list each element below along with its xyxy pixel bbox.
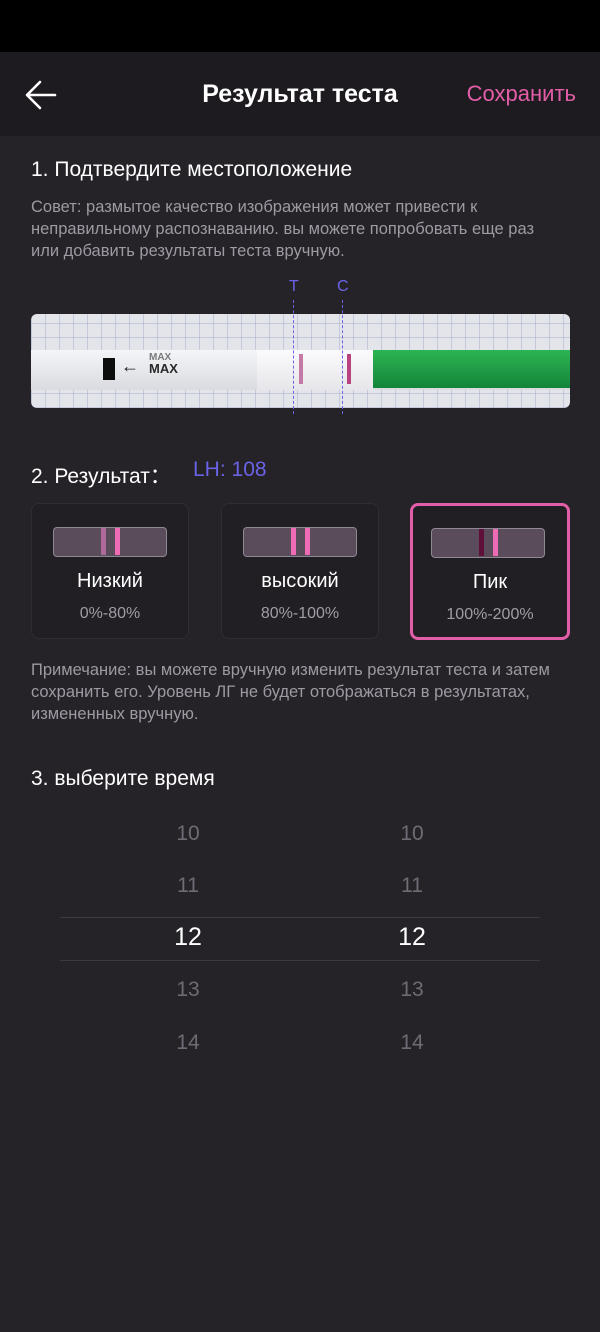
- control-line-marker: C: [337, 278, 349, 295]
- minute-option[interactable]: 13: [352, 978, 472, 1002]
- strip-test-line: [299, 354, 303, 384]
- lh-value: LH: 108: [193, 458, 267, 481]
- strip-arrow-icon: ←: [121, 356, 139, 376]
- picker-divider-top: [60, 917, 540, 918]
- manual-edit-note: Примечание: вы можете вручную изменить р…: [31, 661, 550, 723]
- strip-result-window: [257, 350, 373, 390]
- hour-option-selected[interactable]: 12: [128, 923, 248, 952]
- strip-grip: [103, 358, 115, 380]
- hour-option[interactable]: 10: [128, 822, 248, 846]
- high-range: 80%-100%: [260, 605, 340, 622]
- strip-control-line: [347, 354, 351, 384]
- result-card-peak[interactable]: Пик 100%-200%: [410, 503, 570, 640]
- strip-max-label: MAX MAX: [149, 352, 178, 376]
- high-strip-icon: [243, 527, 357, 557]
- low-label: Низкий: [77, 570, 143, 592]
- peak-strip-icon: [431, 528, 545, 558]
- test-strip-photo: ← MAX MAX: [31, 314, 570, 408]
- strip-max-faded-top: MAX: [149, 352, 172, 363]
- minute-option-selected[interactable]: 12: [352, 923, 472, 952]
- high-control-line: [305, 528, 310, 555]
- high-test-line: [291, 528, 296, 555]
- low-strip-icon: [53, 527, 167, 557]
- minute-option[interactable]: 10: [352, 822, 472, 846]
- low-test-line: [101, 528, 106, 555]
- hour-option[interactable]: 14: [128, 1031, 248, 1055]
- minute-option[interactable]: 11: [352, 874, 472, 898]
- peak-control-line: [493, 529, 498, 556]
- app-bar: Результат теста Сохранить: [0, 52, 600, 136]
- status-bar: [0, 0, 600, 52]
- result-title: 2. Результат：: [31, 465, 171, 488]
- test-line-guide[interactable]: [293, 300, 294, 414]
- high-label: высокий: [261, 570, 339, 592]
- peak-label: Пик: [472, 571, 508, 593]
- result-card-high[interactable]: высокий 80%-100%: [221, 503, 379, 639]
- strip-max-text: MAX: [149, 361, 178, 376]
- control-line-guide[interactable]: [342, 300, 343, 414]
- select-time-title: 3. выберите время: [31, 767, 215, 790]
- save-button[interactable]: Сохранить: [467, 81, 576, 107]
- peak-test-line: [479, 529, 484, 556]
- result-card-low[interactable]: Низкий 0%-80%: [31, 503, 189, 639]
- location-hint: Совет: размытое качество изображения мож…: [31, 198, 535, 260]
- hour-option[interactable]: 11: [128, 874, 248, 898]
- strip-handle: [373, 350, 570, 388]
- confirm-location-title: 1. Подтвердите местоположение: [31, 158, 353, 181]
- back-button[interactable]: [22, 76, 60, 114]
- test-line-marker: T: [289, 278, 299, 295]
- picker-divider-bottom: [60, 960, 540, 961]
- arrow-left-icon: [25, 80, 57, 110]
- peak-range: 100%-200%: [446, 606, 534, 623]
- minute-option[interactable]: 14: [352, 1031, 472, 1055]
- low-range: 0%-80%: [79, 605, 141, 622]
- hour-option[interactable]: 13: [128, 978, 248, 1002]
- low-control-line: [115, 528, 120, 555]
